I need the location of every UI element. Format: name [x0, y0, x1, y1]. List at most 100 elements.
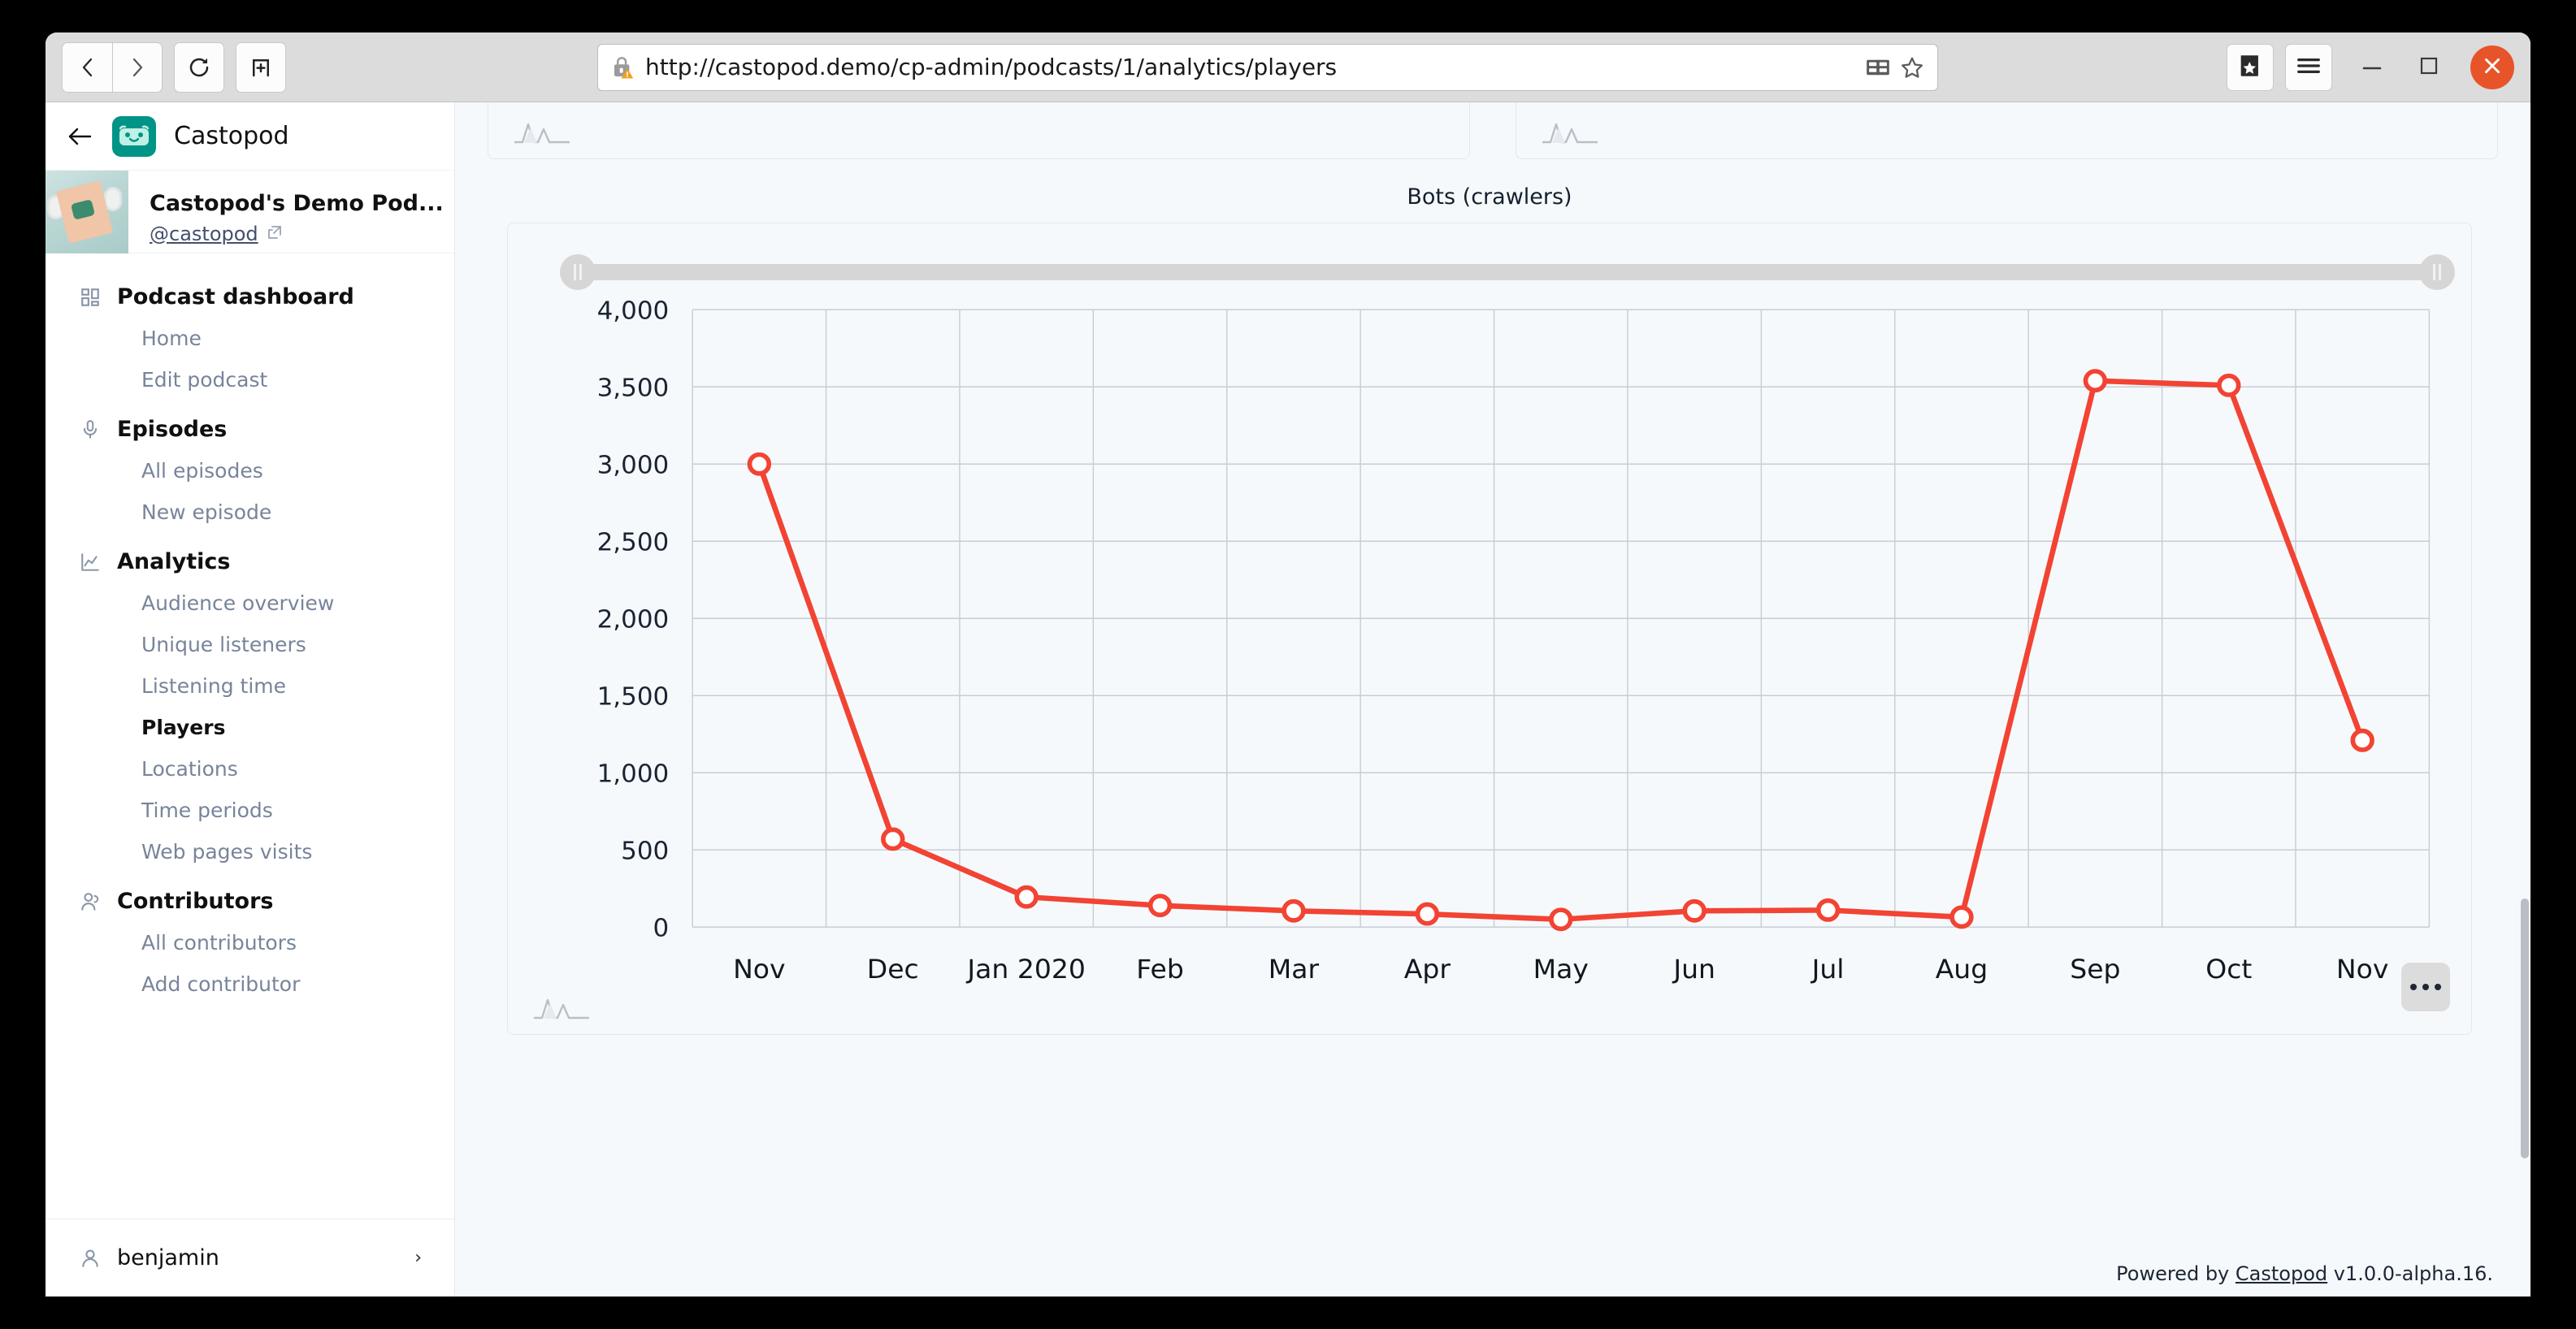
- range-slider-left-handle[interactable]: [560, 254, 596, 290]
- user-avatar-icon: [78, 1246, 102, 1271]
- sparkline-icon: [532, 994, 591, 1024]
- new-tab-icon: [249, 55, 273, 80]
- browser-toolbar: http://castopod.demo/cp-admin/podcasts/1…: [46, 32, 2530, 102]
- library-icon: [2236, 52, 2264, 83]
- partial-chart-card[interactable]: [488, 102, 1470, 159]
- reload-icon: [187, 55, 211, 80]
- svg-text:4,000: 4,000: [597, 297, 670, 326]
- insecure-lock-warning-icon[interactable]: [611, 54, 635, 80]
- bots-crawlers-chart-card: Bots (crawlers) 0 500 1,000 1,500 2,000 2,500…: [507, 184, 2472, 1035]
- sidebar-item-all-episodes[interactable]: All episodes: [46, 450, 454, 491]
- sidebar-item-players[interactable]: Players: [46, 707, 454, 748]
- navigation-button-group: [62, 41, 163, 93]
- podcast-cover-image: [46, 171, 128, 253]
- sidebar-navigation: Podcast dashboard Home Edit podcast Epis…: [46, 253, 454, 1219]
- range-slider-track[interactable]: [578, 264, 2437, 280]
- toolbar-right-controls: [2227, 39, 2514, 96]
- sidebar-user-menu[interactable]: benjamin ›: [46, 1219, 454, 1297]
- dashboard-grid-icon: [78, 285, 102, 310]
- page-body: Castopod Castopod's Demo Pod... @castopo…: [46, 102, 2530, 1297]
- close-window-button[interactable]: [2470, 45, 2514, 89]
- chart-more-options-button[interactable]: [2401, 963, 2450, 1011]
- svg-text:Mar: Mar: [1268, 954, 1320, 985]
- external-link-icon[interactable]: [267, 224, 283, 244]
- nav-section-contributors: Contributors All contributors Add contri…: [46, 881, 454, 1005]
- sidebar: Castopod Castopod's Demo Pod... @castopo…: [46, 102, 455, 1297]
- sidebar-item-label: Analytics: [117, 549, 231, 574]
- address-bar[interactable]: http://castopod.demo/cp-admin/podcasts/1…: [597, 43, 1938, 91]
- line-chart-svg[interactable]: 0 500 1,000 1,500 2,000 2,500 3,000 3,500 4,000 N…: [508, 293, 2471, 1034]
- podcast-handle-link[interactable]: @castopod: [150, 223, 258, 245]
- podcast-meta: Castopod's Demo Pod... @castopod: [128, 171, 454, 253]
- svg-text:1,000: 1,000: [597, 760, 670, 789]
- svg-text:Jun: Jun: [1672, 954, 1715, 985]
- browser-window: http://castopod.demo/cp-admin/podcasts/1…: [46, 32, 2530, 1297]
- sidebar-item-audience-overview[interactable]: Audience overview: [46, 582, 454, 624]
- sidebar-back-button[interactable]: [67, 126, 94, 147]
- svg-text:0: 0: [653, 915, 670, 943]
- close-icon: [2482, 55, 2503, 80]
- app-menu-button[interactable]: [2285, 43, 2332, 91]
- partial-chart-card[interactable]: [1516, 102, 2498, 159]
- svg-text:2,000: 2,000: [597, 606, 670, 634]
- podcast-handle-row[interactable]: @castopod: [150, 223, 454, 245]
- sidebar-item-home[interactable]: Home: [46, 318, 454, 359]
- sidebar-item-all-contributors[interactable]: All contributors: [46, 922, 454, 963]
- reader-view-icon[interactable]: [1866, 57, 1890, 78]
- sidebar-item-podcast-dashboard[interactable]: Podcast dashboard: [46, 276, 454, 318]
- sidebar-item-edit-podcast[interactable]: Edit podcast: [46, 359, 454, 400]
- svg-text:2,500: 2,500: [597, 529, 670, 557]
- partial-chart-cards: [488, 102, 2498, 159]
- chevron-right-icon[interactable]: ›: [414, 1248, 422, 1268]
- svg-text:1,500: 1,500: [597, 683, 670, 712]
- sidebar-item-contributors[interactable]: Contributors: [46, 881, 454, 922]
- footer-prefix: Powered by: [2116, 1262, 2236, 1285]
- vertical-scrollbar[interactable]: [2521, 898, 2529, 1158]
- sidebar-item-add-contributor[interactable]: Add contributor: [46, 963, 454, 1005]
- svg-text:Jan 2020: Jan 2020: [965, 954, 1085, 985]
- sidebar-item-listening-time[interactable]: Listening time: [46, 665, 454, 707]
- sidebar-item-web-pages-visits[interactable]: Web pages visits: [46, 831, 454, 872]
- address-bar-url[interactable]: http://castopod.demo/cp-admin/podcasts/1…: [645, 54, 1856, 80]
- svg-text:Jul: Jul: [1811, 954, 1845, 985]
- forward-button[interactable]: [112, 41, 163, 93]
- svg-text:Nov: Nov: [733, 954, 785, 985]
- page-footer: Powered by Castopod v1.0.0-alpha.16.: [2116, 1262, 2493, 1285]
- svg-text:Oct: Oct: [2205, 954, 2252, 985]
- castopod-footer-link[interactable]: Castopod: [2236, 1262, 2327, 1285]
- microphone-icon: [78, 418, 102, 442]
- minimize-button[interactable]: [2344, 39, 2400, 96]
- nav-section-podcast-dashboard: Podcast dashboard Home Edit podcast: [46, 276, 454, 400]
- brand-name: Castopod: [174, 122, 289, 150]
- range-slider-right-handle[interactable]: [2419, 254, 2455, 290]
- chart-plot-area[interactable]: 0 500 1,000 1,500 2,000 2,500 3,000 3,500 4,000 N…: [508, 293, 2471, 1034]
- svg-text:Feb: Feb: [1136, 954, 1183, 985]
- chart-range-slider[interactable]: [560, 254, 2455, 290]
- reload-button[interactable]: [174, 41, 224, 93]
- nav-section-analytics: Analytics Audience overview Unique liste…: [46, 541, 454, 872]
- sidebar-item-new-episode[interactable]: New episode: [46, 491, 454, 533]
- svg-text:Sep: Sep: [2070, 954, 2120, 985]
- sparkline-icon: [1541, 118, 1599, 149]
- address-bar-container: http://castopod.demo/cp-admin/podcasts/1…: [574, 43, 1962, 91]
- svg-text:Dec: Dec: [867, 954, 919, 985]
- new-tab-button[interactable]: [236, 41, 286, 93]
- forward-arrow-icon: [127, 55, 148, 80]
- sidebar-item-analytics[interactable]: Analytics: [46, 541, 454, 582]
- sidebar-item-locations[interactable]: Locations: [46, 748, 454, 790]
- maximize-button[interactable]: [2400, 39, 2457, 96]
- podcast-summary[interactable]: Castopod's Demo Pod... @castopod: [46, 171, 454, 253]
- svg-text:Apr: Apr: [1404, 954, 1451, 985]
- svg-text:3,000: 3,000: [597, 452, 670, 480]
- nav-section-episodes: Episodes All episodes New episode: [46, 409, 454, 533]
- chart-title: Bots (crawlers): [1407, 184, 1572, 210]
- library-button[interactable]: [2227, 43, 2274, 91]
- sidebar-item-time-periods[interactable]: Time periods: [46, 790, 454, 831]
- sidebar-item-episodes[interactable]: Episodes: [46, 409, 454, 450]
- svg-text:Nov: Nov: [2336, 954, 2388, 985]
- sidebar-item-label: Episodes: [117, 417, 228, 442]
- sidebar-item-unique-listeners[interactable]: Unique listeners: [46, 624, 454, 665]
- back-button[interactable]: [62, 41, 112, 93]
- bookmark-star-icon[interactable]: [1900, 55, 1924, 80]
- sidebar-header: Castopod: [46, 102, 454, 171]
